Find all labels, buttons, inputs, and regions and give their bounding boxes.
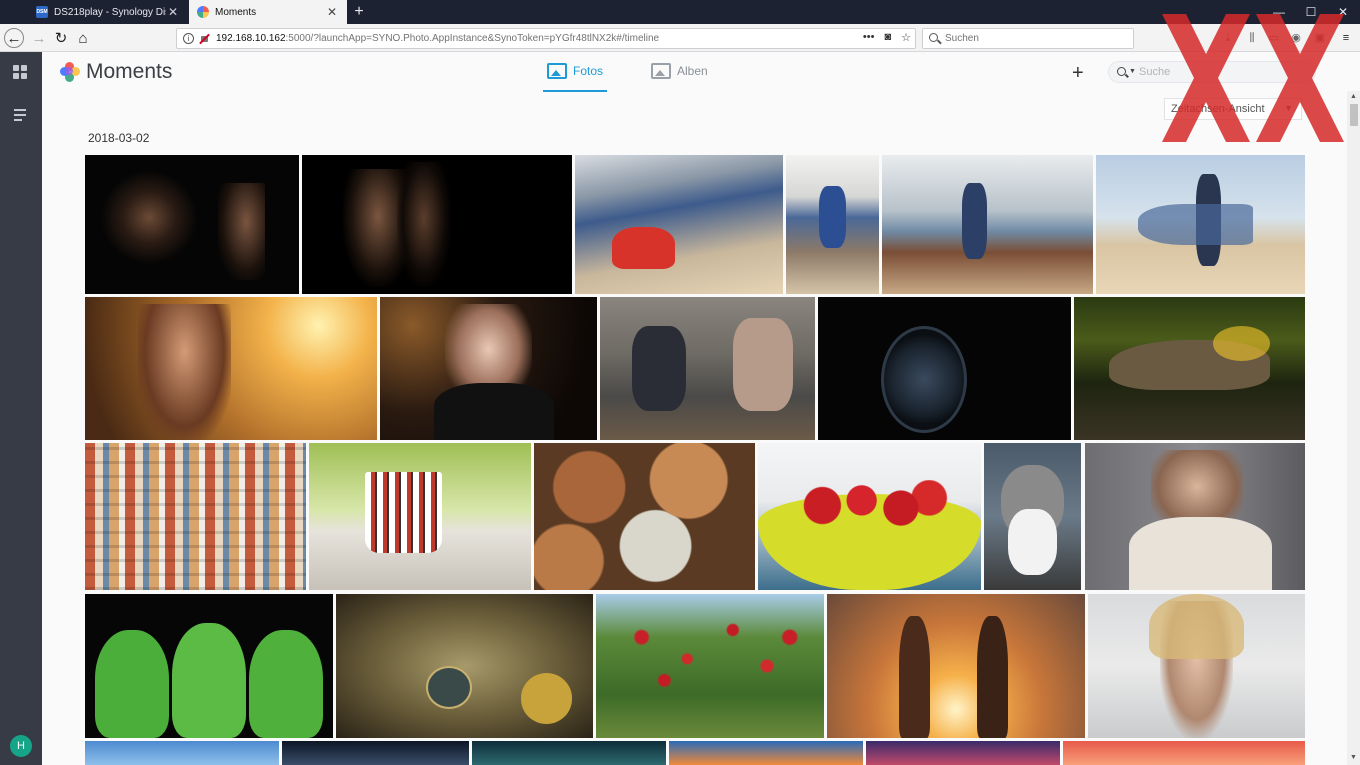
url-bar[interactable]: i 192.168.10.162 :5000/?launchApp=SYNO.P… bbox=[176, 28, 916, 49]
task-list-icon[interactable] bbox=[12, 106, 30, 124]
photo-pocket-watch[interactable] bbox=[818, 297, 1071, 440]
add-button[interactable]: + bbox=[1072, 62, 1084, 85]
view-mode-label: Zeitachsen-Ansicht bbox=[1171, 103, 1265, 115]
photo-woman-red-dress-boat[interactable] bbox=[575, 155, 783, 294]
photo-row5-2[interactable] bbox=[282, 741, 469, 765]
dsm-sidebar: H bbox=[0, 52, 42, 765]
library-icon[interactable]: ⫼ bbox=[1245, 31, 1259, 45]
home-icon[interactable]: ⌂ bbox=[72, 27, 94, 49]
back-icon[interactable]: ← bbox=[4, 28, 24, 48]
tab-fotos[interactable]: Fotos bbox=[543, 63, 608, 92]
tab-diskstation[interactable]: DSM DS218play - Synology DiskStatio ✕ bbox=[28, 0, 188, 24]
sidebar-icon[interactable]: ▭ bbox=[1267, 31, 1281, 45]
dsm-favicon-icon: DSM bbox=[36, 6, 48, 18]
photo-icon bbox=[547, 63, 567, 79]
moments-logo-icon bbox=[60, 62, 80, 82]
photo-apple-orchard[interactable] bbox=[596, 594, 824, 738]
photo-cat[interactable] bbox=[984, 443, 1081, 590]
tab-alben[interactable]: Alben bbox=[651, 63, 708, 92]
photo-woman-sunset-flower[interactable] bbox=[85, 297, 377, 440]
info-icon[interactable]: i bbox=[183, 33, 194, 44]
tab-moments[interactable]: Moments ✕ bbox=[189, 0, 347, 24]
url-path: :5000/?launchApp=SYNO.Photo.AppInstance&… bbox=[285, 33, 660, 44]
scroll-up-icon[interactable]: ▲ bbox=[1350, 93, 1357, 100]
tab-label: Fotos bbox=[573, 64, 604, 78]
app-search-input[interactable]: ▼ Suche bbox=[1108, 61, 1316, 83]
search-placeholder: Suchen bbox=[945, 33, 979, 44]
photo-woman-blue-boat[interactable] bbox=[786, 155, 879, 294]
close-tab-icon[interactable]: ✕ bbox=[325, 5, 339, 19]
photo-row5-5[interactable] bbox=[866, 741, 1060, 765]
apps-grid-icon[interactable] bbox=[12, 64, 30, 82]
search-placeholder: Suche bbox=[1139, 66, 1171, 78]
photo-kermit-frogs[interactable] bbox=[85, 594, 333, 738]
search-icon bbox=[929, 33, 938, 42]
extension-icon[interactable]: ◉ bbox=[1289, 31, 1303, 45]
menu-icon[interactable]: ≡ bbox=[1339, 31, 1353, 45]
window-close-icon[interactable]: ✕ bbox=[1326, 0, 1360, 24]
pocket-icon[interactable]: ◙ bbox=[884, 31, 891, 44]
notification-icon[interactable]: ▣ bbox=[1313, 31, 1327, 45]
insecure-lock-icon bbox=[199, 33, 210, 44]
download-icon[interactable]: ⤓ bbox=[1221, 31, 1235, 45]
bookmark-star-icon[interactable]: ☆ bbox=[901, 31, 911, 44]
photo-striped-mug[interactable] bbox=[309, 443, 531, 590]
photo-couple-silhouette-1[interactable] bbox=[85, 155, 299, 294]
section-date: 2018-03-02 bbox=[88, 131, 150, 145]
tab-title: Moments bbox=[215, 6, 257, 18]
photo-row5-6[interactable] bbox=[1063, 741, 1305, 765]
close-tab-icon[interactable]: ✕ bbox=[166, 5, 180, 19]
view-mode-select[interactable]: Zeitachsen-Ansicht ▼ bbox=[1164, 98, 1302, 120]
new-tab-button[interactable]: + bbox=[350, 2, 368, 22]
photo-row5-1[interactable] bbox=[85, 741, 279, 765]
browser-tab-bar: DSM DS218play - Synology DiskStatio ✕ Mo… bbox=[0, 0, 1360, 24]
photo-couple-silhouette-2[interactable] bbox=[302, 155, 572, 294]
search-icon bbox=[1117, 67, 1126, 76]
photo-coins[interactable] bbox=[534, 443, 755, 590]
forward-icon[interactable]: → bbox=[28, 27, 50, 49]
tab-label: Alben bbox=[677, 64, 708, 78]
photo-city-rooftops[interactable] bbox=[85, 443, 306, 590]
photo-couple-pug[interactable] bbox=[600, 297, 815, 440]
chevron-down-icon[interactable]: ▼ bbox=[1129, 68, 1136, 75]
photo-strawberries[interactable] bbox=[758, 443, 981, 590]
scrollbar[interactable] bbox=[1347, 91, 1360, 765]
moments-favicon-icon bbox=[197, 6, 209, 18]
photo-row5-3[interactable] bbox=[472, 741, 666, 765]
scroll-down-icon[interactable]: ▼ bbox=[1350, 754, 1357, 761]
url-host: 192.168.10.162 bbox=[216, 33, 286, 44]
photo-row5-4[interactable] bbox=[669, 741, 863, 765]
photo-couple-sunset[interactable] bbox=[827, 594, 1085, 738]
photo-woman-boat-beach[interactable] bbox=[882, 155, 1093, 294]
chevron-down-icon: ▼ bbox=[1284, 103, 1293, 113]
browser-nav-bar: ← → ↻ ⌂ i 192.168.10.162 :5000/?launchAp… bbox=[0, 24, 1360, 52]
user-avatar[interactable]: H bbox=[10, 735, 32, 757]
tab-title: DS218play - Synology DiskStatio bbox=[54, 6, 166, 18]
page-actions-icon[interactable]: ••• bbox=[863, 31, 875, 44]
photo-woman-sweater[interactable] bbox=[1085, 443, 1305, 590]
photo-angry-woman[interactable] bbox=[1088, 594, 1305, 738]
album-icon bbox=[651, 63, 671, 79]
app-title: Moments bbox=[86, 60, 173, 83]
reload-icon[interactable]: ↻ bbox=[50, 27, 72, 49]
minimize-icon[interactable]: — bbox=[1262, 0, 1296, 24]
maximize-icon[interactable]: ☐ bbox=[1294, 0, 1328, 24]
photo-lizard[interactable] bbox=[1074, 297, 1305, 440]
photo-woman-boat-sand[interactable] bbox=[1096, 155, 1305, 294]
scrollbar-thumb[interactable] bbox=[1350, 104, 1358, 126]
photo-woman-red-lips[interactable] bbox=[380, 297, 597, 440]
browser-search-input[interactable]: Suchen bbox=[922, 28, 1134, 49]
photo-treasure-map[interactable] bbox=[336, 594, 593, 738]
